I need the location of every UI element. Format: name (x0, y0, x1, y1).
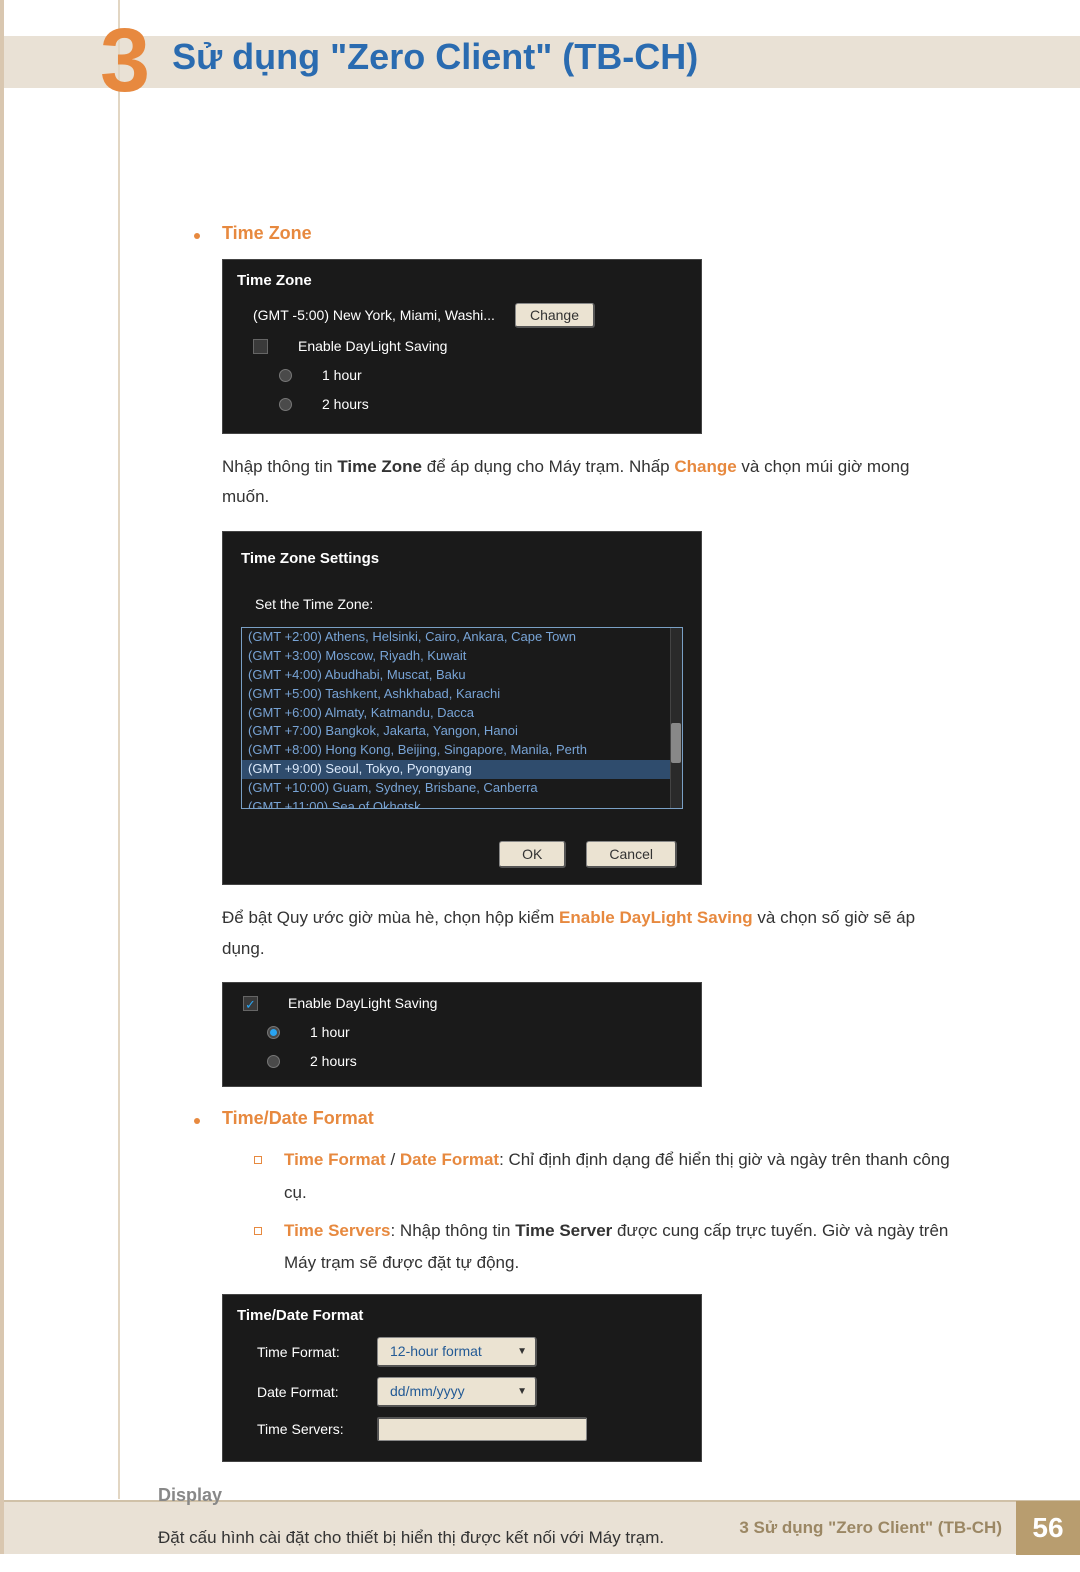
dst-2hours-label: 2 hours (310, 1051, 357, 1072)
scrollbar[interactable] (670, 628, 682, 808)
scrollbar-handle[interactable] (671, 723, 681, 763)
date-format-dropdown[interactable]: dd/mm/yyyy ▼ (377, 1377, 537, 1407)
timezone-list-item[interactable]: (GMT +8:00) Hong Kong, Beijing, Singapor… (242, 741, 682, 760)
ok-button[interactable]: OK (499, 841, 566, 868)
timezone-list-item[interactable]: (GMT +7:00) Bangkok, Jakarta, Yangon, Ha… (242, 722, 682, 741)
square-bullet-icon (254, 1156, 262, 1164)
dialog-title: Time Zone Settings (241, 548, 683, 571)
dst-2hours-radio[interactable] (267, 1055, 280, 1068)
timezone-desc: Nhập thông tin Time Zone để áp dụng cho … (222, 452, 954, 513)
square-bullet-icon (254, 1227, 262, 1235)
time-format-dropdown[interactable]: 12-hour format ▼ (377, 1337, 537, 1367)
dst-1hour-label: 1 hour (322, 365, 362, 386)
dst-1hour-radio[interactable] (267, 1026, 280, 1039)
chevron-down-icon: ▼ (517, 1384, 527, 1399)
timezone-list-item[interactable]: (GMT +2:00) Athens, Helsinki, Cairo, Ank… (242, 628, 682, 647)
panel-title: Time/Date Format (237, 1305, 687, 1328)
timezone-list-item[interactable]: (GMT +4:00) Abudhabi, Muscat, Baku (242, 666, 682, 685)
timezone-list-item[interactable]: (GMT +6:00) Almaty, Katmandu, Dacca (242, 704, 682, 723)
dst-checkbox[interactable] (253, 339, 268, 354)
dst-2hours-label: 2 hours (322, 394, 369, 415)
timezone-list[interactable]: (GMT +2:00) Athens, Helsinki, Cairo, Ank… (241, 627, 683, 809)
date-format-label: Date Format: (257, 1382, 377, 1403)
section-time-date-format: Time/Date Format (194, 1105, 954, 1132)
dst-2hours-radio[interactable] (279, 398, 292, 411)
current-timezone-text: (GMT -5:00) New York, Miami, Washi... (253, 305, 495, 326)
bullet-icon (194, 233, 200, 239)
timezone-list-item[interactable]: (GMT +5:00) Tashkent, Ashkhabad, Karachi (242, 685, 682, 704)
page-number: 56 (1016, 1501, 1080, 1555)
panel-title: Time Zone (237, 270, 687, 293)
dst-label: Enable DayLight Saving (298, 336, 447, 357)
chevron-down-icon: ▼ (517, 1344, 527, 1359)
time-servers-label: Time Servers: (257, 1419, 377, 1440)
dst-1hour-radio[interactable] (279, 369, 292, 382)
dst-desc: Để bật Quy ước giờ mùa hè, chọn hộp kiểm… (222, 903, 954, 964)
time-date-format-screenshot: Time/Date Format Time Format: 12-hour fo… (222, 1294, 702, 1463)
section-timezone: Time Zone (194, 220, 954, 247)
change-button[interactable]: Change (515, 303, 595, 328)
display-desc: Đặt cấu hình cài đặt cho thiết bị hiển t… (158, 1523, 954, 1554)
sub-time-servers: Time Servers: Nhập thông tin Time Server… (254, 1215, 954, 1280)
timezone-list-item[interactable]: (GMT +9:00) Seoul, Tokyo, Pyongyang (242, 760, 682, 779)
dst-enabled-screenshot: Enable DayLight Saving 1 hour 2 hours (222, 982, 702, 1087)
timezone-settings-screenshot: Time Zone Settings Set the Time Zone: (G… (222, 531, 702, 886)
cancel-button[interactable]: Cancel (586, 841, 677, 868)
chapter-title: Sử dụng "Zero Client" (TB-CH) (172, 30, 698, 84)
dst-label: Enable DayLight Saving (288, 993, 437, 1014)
timezone-list-item[interactable]: (GMT +3:00) Moscow, Riyadh, Kuwait (242, 647, 682, 666)
sub-time-date-format: Time Format / Date Format: Chỉ định định… (254, 1144, 954, 1209)
timezone-list-item[interactable]: (GMT +10:00) Guam, Sydney, Brisbane, Can… (242, 779, 682, 798)
left-margin-line (118, 0, 120, 1499)
dst-1hour-label: 1 hour (310, 1022, 350, 1043)
timezone-panel-screenshot: Time Zone (GMT -5:00) New York, Miami, W… (222, 259, 702, 434)
time-servers-input[interactable] (377, 1417, 587, 1441)
timezone-list-item[interactable]: (GMT +11:00) Sea of Okhotsk (242, 798, 682, 809)
section-label: Time/Date Format (222, 1105, 374, 1132)
chapter-number: 3 (100, 16, 150, 106)
display-heading: Display (158, 1482, 954, 1509)
time-format-label: Time Format: (257, 1342, 377, 1363)
section-label: Time Zone (222, 220, 312, 247)
dst-checkbox-checked[interactable] (243, 996, 258, 1011)
set-timezone-label: Set the Time Zone: (255, 594, 683, 615)
bullet-icon (194, 1118, 200, 1124)
